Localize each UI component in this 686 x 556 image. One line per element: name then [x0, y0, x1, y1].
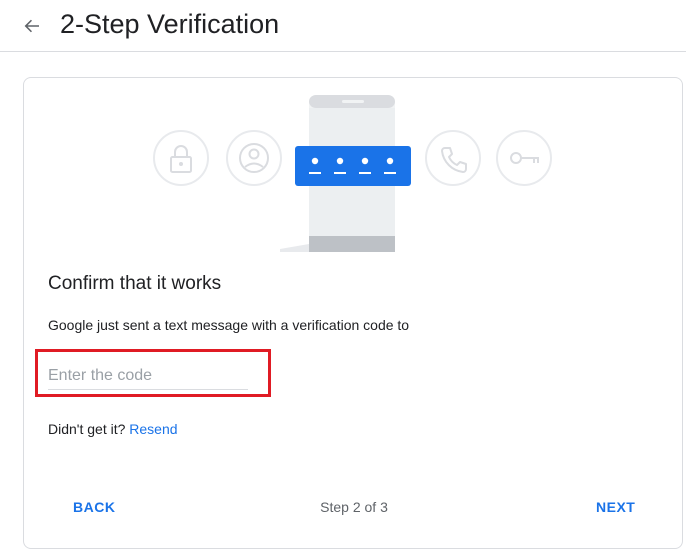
verification-message: Google just sent a text message with a v… — [48, 317, 410, 333]
phone-shadow — [280, 244, 309, 252]
illustration — [153, 95, 552, 252]
top-bar: 2-Step Verification — [0, 0, 686, 52]
step-indicator: Step 2 of 3 — [320, 499, 388, 515]
resend-link[interactable]: Resend — [129, 421, 177, 437]
account-icon — [226, 130, 282, 186]
code-input[interactable] — [48, 363, 248, 390]
key-icon — [496, 130, 552, 186]
phone-icon — [425, 130, 481, 186]
resend-prompt: Didn't get it? — [48, 421, 126, 437]
arrow-back-icon[interactable] — [18, 12, 46, 40]
back-button[interactable]: BACK — [73, 495, 115, 519]
phone-speaker — [342, 100, 364, 103]
section-heading: Confirm that it works — [48, 273, 222, 294]
lock-icon — [153, 130, 209, 186]
phone-bottom — [309, 236, 395, 252]
code-card — [295, 146, 411, 186]
verification-card: Confirm that it works Google just sent a… — [23, 77, 683, 549]
next-button[interactable]: NEXT — [596, 495, 635, 519]
page-title: 2-Step Verification — [60, 9, 280, 39]
resend-row: Didn't get it? Resend — [48, 419, 178, 439]
